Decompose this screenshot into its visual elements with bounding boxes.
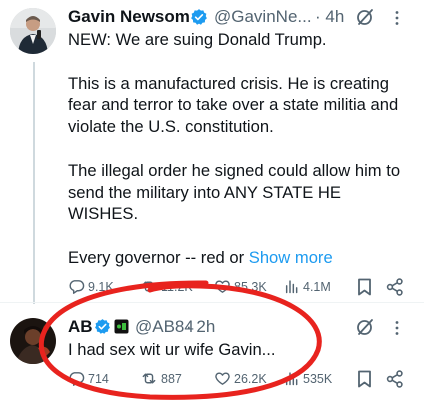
tweet1-header: Gavin Newsom @GavinNe... · 4h bbox=[68, 6, 413, 28]
views-count: 535K bbox=[303, 371, 333, 386]
more-options-icon[interactable] bbox=[394, 10, 400, 31]
tweet-line: WISHES. bbox=[68, 204, 139, 224]
reply-icon bbox=[69, 280, 85, 294]
repost-icon bbox=[142, 373, 156, 384]
author-name[interactable]: Gavin Newsom bbox=[68, 7, 190, 27]
more-options-icon[interactable] bbox=[394, 320, 400, 341]
tweet-timestamp[interactable]: · 2h bbox=[186, 317, 215, 337]
tweet2-text: I had sex wit ur wife Gavin... bbox=[68, 340, 276, 359]
author-handle[interactable]: @GavinNe... bbox=[214, 7, 312, 27]
tweet-line: This is a manufactured crisis. He is cre… bbox=[68, 73, 389, 93]
tweet-line: violate the U.S. constitution. bbox=[68, 117, 274, 137]
repost-icon bbox=[142, 281, 156, 292]
tweet-line: The illegal order he signed could allow … bbox=[68, 160, 401, 180]
like-count: 85.3K bbox=[234, 279, 267, 294]
affiliate-badge-icon bbox=[114, 319, 129, 339]
tweet-line: NEW: We are suing Donald Trump. bbox=[68, 30, 327, 49]
author-name[interactable]: AB bbox=[68, 317, 93, 337]
views-icon bbox=[285, 372, 298, 386]
heart-icon bbox=[215, 372, 230, 385]
verified-badge-icon bbox=[190, 8, 208, 31]
show-more-link[interactable]: Show more bbox=[249, 248, 333, 267]
reply-button[interactable]: 9.1K bbox=[68, 278, 114, 295]
views-button[interactable]: 535K bbox=[284, 370, 332, 387]
repost-button[interactable]: 887 bbox=[140, 370, 182, 387]
reply-count: 9.1K bbox=[88, 279, 114, 294]
bookmark-icon[interactable] bbox=[357, 370, 372, 393]
reply-button[interactable]: 714 bbox=[68, 370, 109, 387]
share-icon[interactable] bbox=[386, 370, 404, 393]
tweet-line: send the military into ANY STATE HE bbox=[68, 182, 341, 202]
tweet-timestamp[interactable]: · 4h bbox=[315, 7, 344, 27]
repost-button[interactable]: 11.2K bbox=[140, 278, 193, 295]
repost-count: 887 bbox=[161, 371, 182, 386]
views-button[interactable]: 4.1M bbox=[284, 278, 331, 295]
avatar-ab[interactable] bbox=[10, 318, 56, 364]
tweet1-text: NEW: We are suing Donald Trump. This is … bbox=[68, 29, 413, 269]
tweet-line: Every governor -- red or Show more bbox=[68, 247, 413, 269]
tweet2-header: AB @AB84 · 2h bbox=[68, 314, 413, 336]
views-icon bbox=[285, 280, 298, 294]
views-count: 4.1M bbox=[303, 279, 331, 294]
verified-badge-icon bbox=[94, 318, 111, 340]
avatar-gavin-newsom[interactable] bbox=[10, 8, 56, 54]
like-button[interactable]: 26.2K bbox=[214, 370, 267, 387]
reply-icon bbox=[69, 372, 85, 386]
heart-icon bbox=[215, 280, 230, 293]
thread-connector-line bbox=[33, 62, 35, 304]
share-icon[interactable] bbox=[386, 278, 404, 301]
like-count: 26.2K bbox=[234, 371, 267, 386]
tweet-line: fear and terror to take over a state mil… bbox=[68, 95, 399, 115]
bookmark-icon[interactable] bbox=[357, 278, 372, 301]
tweet-divider bbox=[0, 302, 424, 303]
repost-count: 11.2K bbox=[161, 279, 193, 294]
like-button[interactable]: 85.3K bbox=[214, 278, 267, 295]
tweet-last-line: Every governor -- red or bbox=[68, 247, 245, 267]
reply-count: 714 bbox=[88, 371, 109, 386]
